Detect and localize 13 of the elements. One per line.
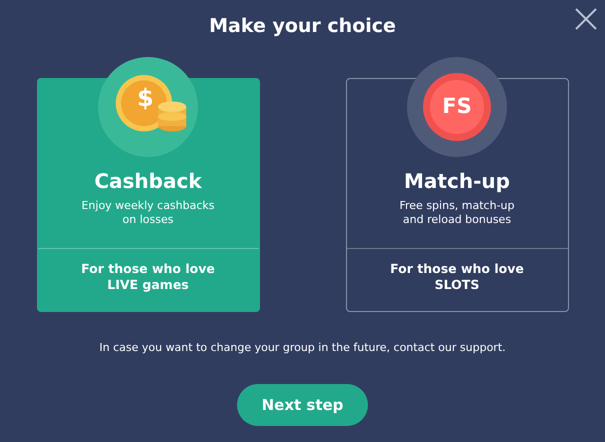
option-audience: For those who love SLOTS: [389, 261, 525, 293]
option-description: Enjoy weekly cashbacks on losses: [80, 199, 216, 227]
next-step-button[interactable]: Next step: [237, 384, 368, 426]
chip-label: FS: [441, 94, 473, 118]
dialog-title: Make your choice: [209, 14, 396, 37]
close-icon[interactable]: [575, 8, 597, 30]
option-description: Free spins, match-up and reload bonuses: [398, 199, 516, 227]
option-title: Cashback: [93, 169, 203, 193]
dollar-sign: $: [137, 84, 154, 112]
chip-icon: [423, 73, 491, 141]
option-audience: For those who love LIVE games: [80, 261, 216, 293]
support-note: In case you want to change your group in the future, contact our support.: [99, 341, 506, 354]
option-title: Match-up: [403, 169, 511, 193]
